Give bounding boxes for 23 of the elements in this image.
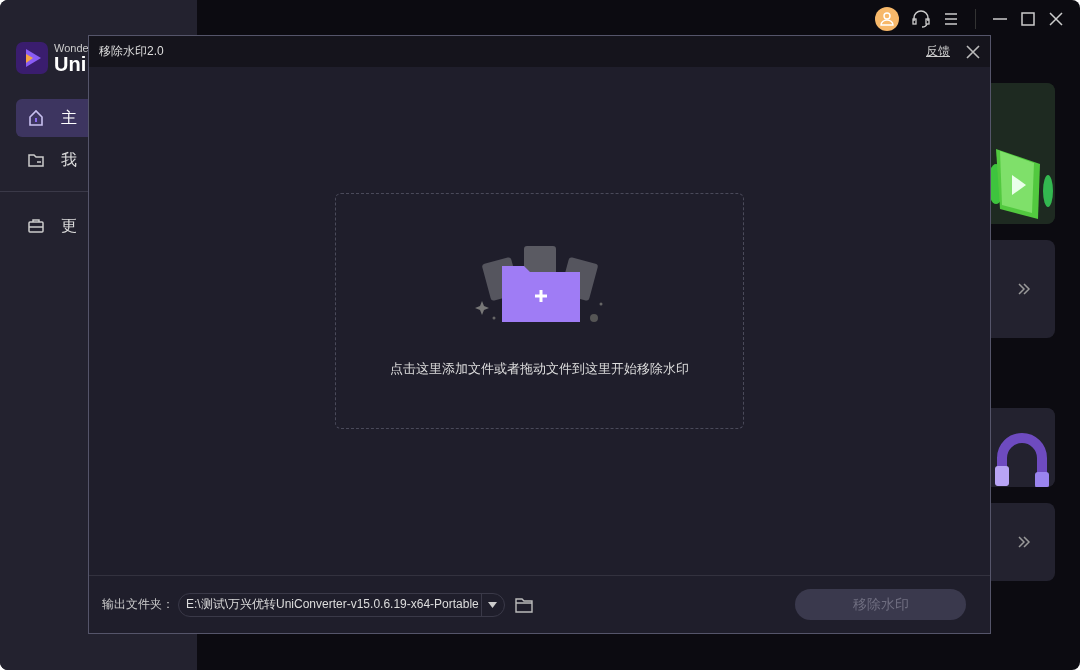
close-icon[interactable] [966, 44, 980, 59]
dialog-title: 移除水印2.0 [99, 43, 165, 60]
chevron-icon[interactable] [1017, 282, 1031, 296]
toolbox-icon [27, 217, 45, 235]
sidebar-item[interactable]: 更 [16, 207, 181, 245]
close-icon[interactable] [1048, 11, 1064, 27]
maximize-icon[interactable] [1020, 11, 1036, 27]
feedback-link[interactable]: 反馈 [926, 43, 950, 60]
home-icon [27, 109, 45, 127]
drop-zone[interactable]: 点击这里添加文件或者拖动文件到这里开始移除水印 [335, 193, 744, 429]
output-label: 输出文件夹： [102, 596, 174, 613]
caret-icon [488, 601, 498, 608]
logo-text: Wonde [54, 42, 89, 54]
chevron-icon[interactable] [1017, 535, 1031, 549]
sidebar-item[interactable]: 我 [16, 141, 181, 179]
avatar-icon[interactable] [875, 7, 899, 31]
drop-hint: 点击这里添加文件或者拖动文件到这里开始移除水印 [390, 360, 689, 378]
logo-text: Uni [54, 54, 88, 74]
folder-icon [27, 151, 45, 169]
menu-icon[interactable] [943, 11, 959, 27]
logo-icon [16, 42, 48, 74]
folder-icon[interactable] [514, 596, 533, 613]
headset-icon[interactable] [911, 9, 931, 29]
